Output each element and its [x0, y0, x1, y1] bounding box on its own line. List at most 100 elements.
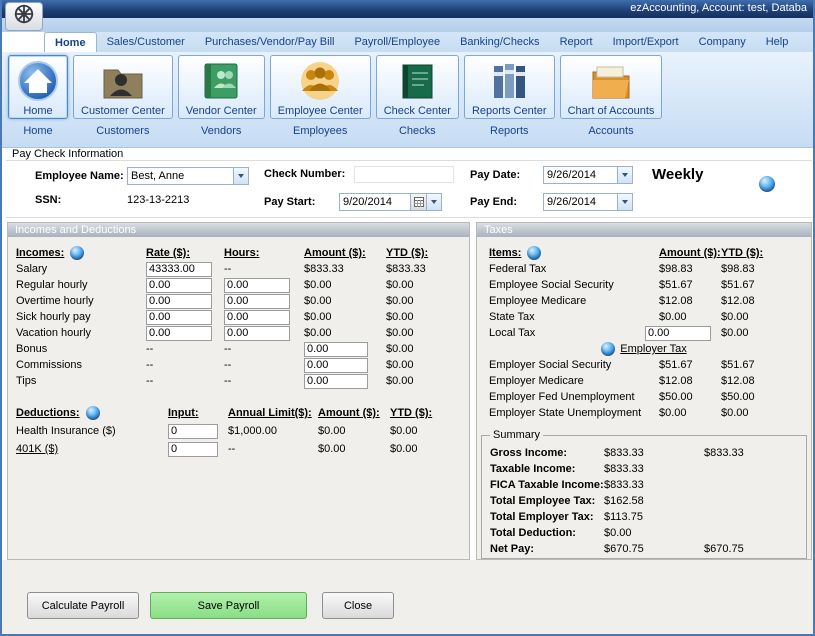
regular-hourly-rate-input[interactable]	[146, 278, 212, 293]
deduction-cell-ytd: $0.00	[390, 441, 460, 457]
toolbar-chart-of-accounts-button[interactable]: Chart of Accounts Accounts	[560, 55, 663, 137]
salary-rate-input[interactable]	[146, 262, 212, 277]
overtime-hourly-hours-input[interactable]	[224, 294, 290, 309]
401k-input[interactable]	[168, 442, 218, 457]
tax-row-label: Employer Fed Unemployment	[489, 389, 659, 405]
deductions-amount-header: Amount ($):	[318, 405, 390, 421]
income-row-label: Vacation hourly	[16, 325, 146, 341]
tips-amount-input[interactable]	[304, 374, 368, 389]
summary-table: Gross Income: $833.33 $833.33 Taxable In…	[490, 445, 799, 557]
paycheck-help-icon[interactable]	[759, 176, 775, 192]
pay-date-label: Pay Date:	[470, 169, 520, 181]
taxes-panel-header: Taxes	[477, 223, 811, 237]
summary-cell-amount: $113.75	[604, 509, 704, 525]
deductions-help-icon[interactable]	[86, 406, 100, 420]
pay-end-select[interactable]: 9/26/2014	[543, 193, 633, 211]
toolbar-customer-center-label: Customer Center	[81, 105, 165, 117]
employer-tax-help-icon[interactable]	[601, 342, 615, 356]
summary-row-label: Taxable Income:	[490, 461, 604, 477]
deduction-cell-amount: $0.00	[318, 441, 390, 457]
income-cell-ytd: $0.00	[386, 277, 456, 293]
income-amount-header: Amount ($):	[304, 245, 386, 261]
bonus-amount-input[interactable]	[304, 342, 368, 357]
chevron-down-icon[interactable]	[233, 168, 248, 184]
home-icon	[16, 58, 60, 104]
summary-cell-amount: $833.33	[604, 477, 704, 493]
chevron-down-icon[interactable]	[426, 194, 441, 210]
window-title: ezAccounting, Account: test, Databa	[630, 2, 807, 14]
pay-start-datepicker[interactable]: 9/20/2014	[339, 193, 442, 211]
chevron-down-icon[interactable]	[617, 167, 632, 183]
summary-cell-ytd	[704, 493, 799, 509]
summary-row-label: Total Employee Tax:	[490, 493, 604, 509]
pay-date-select[interactable]: 9/26/2014	[543, 166, 633, 184]
commissions-amount-input[interactable]	[304, 358, 368, 373]
toolbar-vendor-center-button[interactable]: Vendor Center Vendors	[178, 55, 265, 137]
tab-home[interactable]: Home	[44, 32, 97, 52]
vacation-hourly-rate-input[interactable]	[146, 326, 212, 341]
summary-cell-ytd	[704, 461, 799, 477]
app-menu-button[interactable]	[5, 2, 43, 31]
close-button[interactable]: Close	[322, 592, 394, 619]
ssn-label: SSN:	[35, 194, 61, 206]
toolbar-home-button[interactable]: Home Home	[8, 55, 68, 137]
toolbar-customer-center-button[interactable]: Customer Center Customers	[73, 55, 173, 137]
income-hours-header: Hours:	[224, 245, 304, 261]
deduction-401k-link[interactable]: 401K ($)	[16, 441, 168, 457]
tab-sales-customer[interactable]: Sales/Customer	[97, 32, 195, 52]
overtime-hourly-rate-input[interactable]	[146, 294, 212, 309]
health-insurance-input[interactable]	[168, 424, 218, 439]
summary-cell-ytd	[704, 509, 799, 525]
tax-row-label: Employee Social Security	[489, 277, 659, 293]
summary-cell-ytd	[704, 477, 799, 493]
employee-name-select[interactable]: Best, Anne	[127, 167, 249, 185]
income-row-label: Tips	[16, 373, 146, 389]
title-bar[interactable]: ezAccounting, Account: test, Databa	[2, 0, 813, 18]
incomes-help-icon[interactable]	[70, 246, 84, 260]
tab-report[interactable]: Report	[550, 32, 603, 52]
income-cell-amount: $0.00	[304, 309, 386, 325]
toolbar-check-center-button[interactable]: Check Center Checks	[376, 55, 459, 137]
tax-row-label: Employer State Unemployment	[489, 405, 659, 421]
toolbar-reports-center-button[interactable]: Reports Center Reports	[464, 55, 555, 137]
taxes-help-icon[interactable]	[527, 246, 541, 260]
summary-row-label: Gross Income:	[490, 445, 604, 461]
local-tax-input[interactable]	[645, 326, 711, 341]
tab-company[interactable]: Company	[689, 32, 756, 52]
income-table: Incomes: Rate ($): Hours: Amount ($): YT…	[16, 245, 456, 389]
calendar-icon[interactable]	[410, 194, 426, 210]
vendor-center-icon	[199, 58, 243, 104]
toolbar-reports-center-label: Reports Center	[472, 105, 547, 117]
sick-hourly-rate-input[interactable]	[146, 310, 212, 325]
vacation-hourly-hours-input[interactable]	[224, 326, 290, 341]
pay-date-value: 9/26/2014	[544, 167, 617, 183]
chevron-down-icon[interactable]	[617, 194, 632, 210]
toolbar-employee-center-button[interactable]: Employee Center Employees	[270, 55, 371, 137]
check-center-icon	[394, 58, 440, 104]
regular-hourly-hours-input[interactable]	[224, 278, 290, 293]
tab-help[interactable]: Help	[756, 32, 799, 52]
tax-amount-header: Amount ($):	[659, 245, 721, 261]
toolbar-check-center-label: Check Center	[384, 105, 451, 117]
sick-hourly-hours-input[interactable]	[224, 310, 290, 325]
tax-row-label: Employer Social Security	[489, 357, 659, 373]
summary-row-label: FICA Taxable Income:	[490, 477, 604, 493]
check-number-input[interactable]	[354, 166, 454, 183]
toolbar-vendor-center-label: Vendor Center	[186, 105, 257, 117]
income-cell-amount: $0.00	[304, 293, 386, 309]
summary-cell-amount: $162.58	[604, 493, 704, 509]
tab-purchases-vendor-pay-bill[interactable]: Purchases/Vendor/Pay Bill	[195, 32, 345, 52]
tab-import-export[interactable]: Import/Export	[603, 32, 689, 52]
tax-cell-ytd: $50.00	[721, 389, 799, 405]
tax-cell-amount: $51.67	[659, 357, 721, 373]
tax-cell-amount: $12.08	[659, 373, 721, 389]
save-payroll-button[interactable]: Save Payroll	[150, 592, 307, 619]
income-ytd-header: YTD ($):	[386, 245, 456, 261]
income-cell-ytd: $0.00	[386, 341, 456, 357]
tab-payroll-employee[interactable]: Payroll/Employee	[344, 32, 450, 52]
tax-row-label: Federal Tax	[489, 261, 659, 277]
employee-name-value: Best, Anne	[128, 168, 233, 184]
tax-cell-amount: $0.00	[659, 309, 721, 325]
tab-banking-checks[interactable]: Banking/Checks	[450, 32, 550, 52]
calculate-payroll-button[interactable]: Calculate Payroll	[27, 592, 139, 619]
